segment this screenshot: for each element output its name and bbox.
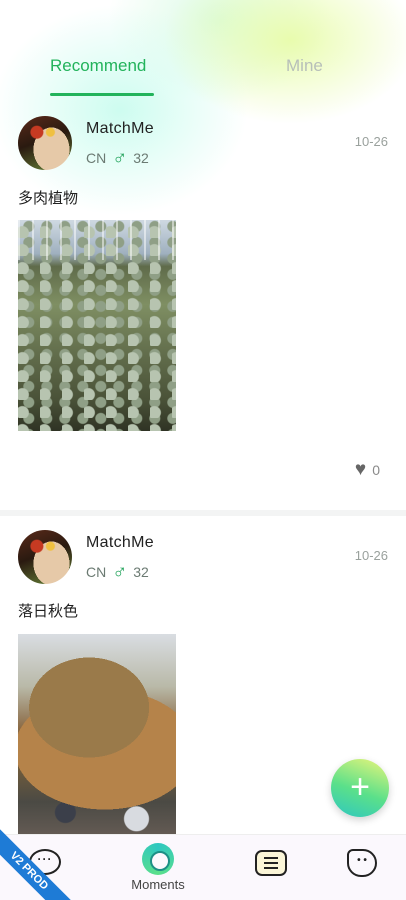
- username[interactable]: MatchMe: [86, 534, 154, 552]
- post-text: 落日秋色: [18, 603, 79, 620]
- face-icon: • •: [347, 849, 377, 877]
- user-meta: CN ♂ 32: [86, 562, 149, 582]
- nav-profile[interactable]: • •: [327, 835, 397, 900]
- post-date: 10-26: [354, 134, 388, 149]
- moments-icon: [142, 843, 174, 875]
- list-icon: [255, 850, 287, 876]
- country-code: CN: [86, 150, 107, 166]
- active-tab-indicator: [50, 93, 154, 96]
- add-moment-button[interactable]: +: [331, 759, 389, 817]
- post-text: 多肉植物: [18, 190, 79, 207]
- male-icon: ♂: [112, 561, 128, 583]
- heart-icon: ♥: [354, 459, 367, 480]
- avatar[interactable]: [18, 530, 72, 584]
- username[interactable]: MatchMe: [86, 120, 154, 138]
- avatar[interactable]: [18, 116, 72, 170]
- plus-icon: +: [350, 768, 370, 806]
- age: 32: [133, 564, 149, 580]
- moment-post[interactable]: MatchMe CN ♂ 32 10-26 多肉植物 ♥ 0: [0, 112, 406, 502]
- like-count: 0: [372, 461, 380, 478]
- nav-moments-label: Moments: [131, 877, 185, 892]
- like-button[interactable]: ♥ 0: [355, 460, 380, 479]
- tab-recommend[interactable]: Recommend: [50, 56, 146, 76]
- post-divider: [0, 510, 406, 516]
- nav-list[interactable]: [236, 835, 306, 900]
- male-icon: ♂: [112, 147, 128, 169]
- age: 32: [133, 150, 149, 166]
- user-meta: CN ♂ 32: [86, 148, 149, 168]
- tab-bar: Recommend Mine: [0, 48, 406, 98]
- post-date: 10-26: [354, 548, 388, 563]
- tab-mine[interactable]: Mine: [286, 56, 323, 76]
- country-code: CN: [86, 564, 107, 580]
- greenhouse-succulents-photo[interactable]: [18, 220, 176, 431]
- autumn-tree-photo[interactable]: [18, 634, 176, 844]
- nav-moments[interactable]: Moments: [123, 835, 193, 900]
